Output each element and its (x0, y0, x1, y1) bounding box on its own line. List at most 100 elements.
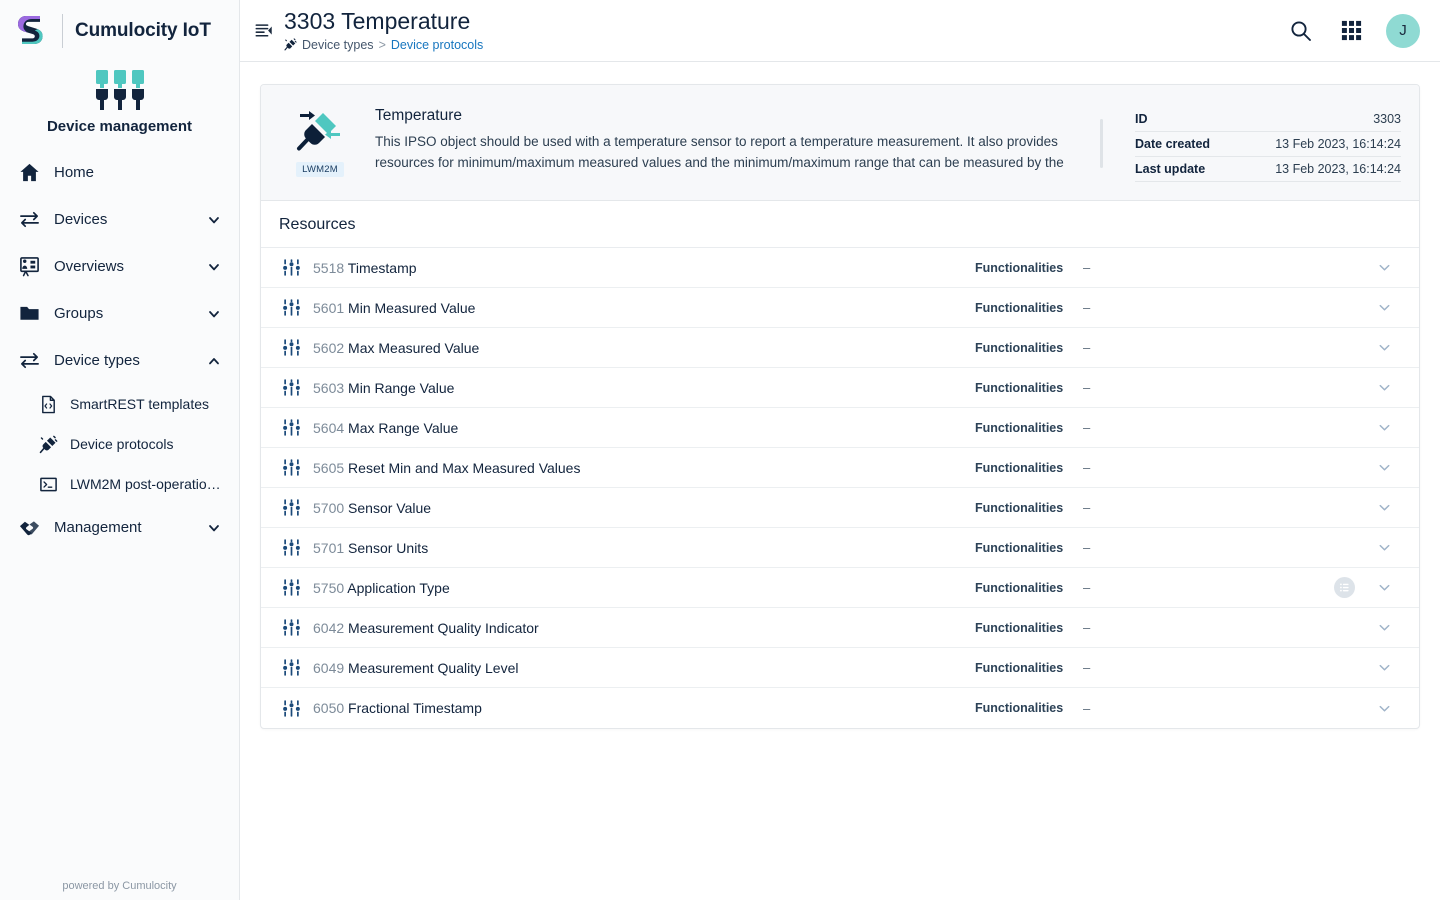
resource-row[interactable]: 5601 Min Measured Value Functionalities – (261, 288, 1419, 328)
resource-id: 5604 (313, 419, 345, 436)
sidebar-item-groups[interactable]: Groups (0, 290, 239, 337)
brand-divider (62, 14, 63, 48)
chevron-down-icon[interactable] (1363, 580, 1405, 595)
chevron-down-icon[interactable] (1363, 620, 1405, 635)
app-switcher[interactable]: Device management (0, 62, 239, 149)
resource-functionalities-value: – (1083, 700, 1091, 716)
sliders-icon (279, 536, 303, 560)
search-icon[interactable] (1286, 16, 1316, 46)
brand-header[interactable]: Cumulocity IoT (0, 0, 239, 62)
resource-label: Sensor Value (348, 499, 432, 516)
collapse-sidebar-icon[interactable] (248, 15, 280, 47)
resource-functionalities-value: – (1083, 580, 1091, 595)
sidebar-label-management: Management (54, 519, 142, 536)
sidebar-label-overviews: Overviews (54, 258, 125, 275)
resource-row[interactable]: 5518 Timestamp Functionalities – (261, 248, 1419, 288)
chevron-down-icon[interactable] (1363, 500, 1405, 515)
meta-key: Last update (1135, 162, 1206, 176)
chevron-down-icon[interactable] (1363, 300, 1405, 315)
list-circle-icon[interactable] (1334, 577, 1355, 598)
sidebar-item-device-types[interactable]: Device types (0, 337, 239, 384)
chevron-down-icon[interactable] (1363, 540, 1405, 555)
chevron-down-icon[interactable] (1363, 380, 1405, 395)
resource-functionalities-label: Functionalities (975, 460, 1064, 475)
sidebar-nav: Home Devices Overviews Groups Device typ… (0, 149, 239, 551)
resource-name: 5700 Sensor Value (313, 500, 431, 516)
chevron-down-icon[interactable] (1363, 701, 1405, 716)
chevron-up-icon[interactable] (207, 354, 221, 368)
sliders-icon (279, 496, 303, 520)
resource-label: Min Range Value (348, 379, 455, 396)
sliders-icon (279, 456, 303, 480)
resource-label: Application Type (347, 579, 450, 596)
resource-id: 6042 (313, 619, 345, 636)
sidebar-item-management[interactable]: Management (0, 504, 239, 551)
resource-label: Min Measured Value (348, 299, 476, 316)
avatar[interactable]: J (1386, 13, 1420, 48)
title-block: 3303 Temperature Device types > Device p… (280, 9, 1286, 52)
chevron-down-icon[interactable] (1363, 460, 1405, 475)
resource-row[interactable]: 5605 Reset Min and Max Measured Values Fu… (261, 448, 1419, 488)
sliders-icon (279, 336, 303, 360)
resource-functionalities-label: Functionalities (975, 540, 1064, 555)
app-grid-icon[interactable] (1336, 16, 1366, 46)
resource-name: 5602 Max Measured Value (313, 340, 479, 356)
main-area: 3303 Temperature Device types > Device p… (240, 0, 1440, 900)
resource-row[interactable]: 5750 Application Type Functionalities – (261, 568, 1419, 608)
resource-row[interactable]: 6050 Fractional Timestamp Functionalities… (261, 688, 1419, 728)
resource-id: 5602 (313, 339, 345, 356)
sidebar-item-device-protocols[interactable]: Device protocols (0, 424, 239, 464)
resource-id: 5700 (313, 499, 345, 516)
resource-row[interactable]: 5701 Sensor Units Functionalities – (261, 528, 1419, 568)
breadcrumb: Device types > Device protocols (284, 38, 1286, 52)
breadcrumb-separator: > (378, 37, 386, 52)
resource-functionalities-label: Functionalities (975, 580, 1064, 595)
topbar-actions: J (1286, 13, 1420, 48)
cumulocity-s-logo-icon (16, 13, 50, 49)
chevron-down-icon[interactable] (207, 307, 221, 321)
resource-row[interactable]: 5602 Max Measured Value Functionalities – (261, 328, 1419, 368)
resource-name: 6042 Measurement Quality Indicator (313, 620, 539, 636)
resource-name: 5518 Timestamp (313, 260, 417, 276)
chevron-down-icon[interactable] (1363, 340, 1405, 355)
meta-row-id: ID 3303 (1135, 107, 1401, 132)
sliders-icon (279, 616, 303, 640)
plug-icon (284, 38, 297, 51)
chevron-down-icon[interactable] (1363, 420, 1405, 435)
resource-row[interactable]: 6049 Measurement Quality Level Functional… (261, 648, 1419, 688)
resource-name: 6049 Measurement Quality Level (313, 660, 518, 676)
sidebar-item-smartrest-templates[interactable]: SmartREST templates (0, 384, 239, 424)
folder-icon (18, 303, 40, 325)
resource-id: 5605 (313, 459, 345, 476)
resource-row[interactable]: 5700 Sensor Value Functionalities – (261, 488, 1419, 528)
resource-functionalities-value: – (1083, 660, 1091, 675)
sidebar-item-devices[interactable]: Devices (0, 196, 239, 243)
resource-extra-actions (1293, 577, 1363, 598)
meta-value: 13 Feb 2023, 16:14:24 (1275, 162, 1401, 176)
content-area: LWM2M Temperature This IPSO object shoul… (240, 62, 1440, 900)
sidebar-label-device-types: Device types (54, 352, 140, 369)
resource-row[interactable]: 5604 Max Range Value Functionalities – (261, 408, 1419, 448)
resource-id: 5603 (313, 379, 345, 396)
breadcrumb-current[interactable]: Device protocols (391, 38, 483, 52)
sidebar-item-overviews[interactable]: Overviews (0, 243, 239, 290)
sidebar-label-groups: Groups (54, 305, 104, 322)
terminal-icon (38, 474, 58, 494)
sidebar-item-home[interactable]: Home (0, 149, 239, 196)
resource-row[interactable]: 5603 Min Range Value Functionalities – (261, 368, 1419, 408)
chevron-down-icon[interactable] (1363, 660, 1405, 675)
chevron-down-icon[interactable] (207, 260, 221, 274)
chevron-down-icon[interactable] (207, 521, 221, 535)
object-info-panel: LWM2M Temperature This IPSO object shoul… (261, 85, 1419, 201)
transfer-icon (18, 350, 40, 372)
handshake-icon (18, 517, 40, 539)
chevron-down-icon[interactable] (1363, 260, 1405, 275)
chevron-down-icon[interactable] (207, 213, 221, 227)
sliders-icon (279, 696, 303, 720)
sidebar-item-lwm2m-post-operations[interactable]: LWM2M post-operatio… (0, 464, 239, 504)
meta-key: Date created (1135, 137, 1211, 151)
breadcrumb-root[interactable]: Device types (302, 38, 374, 52)
resource-row[interactable]: 6042 Measurement Quality Indicator Functi… (261, 608, 1419, 648)
meta-value: 13 Feb 2023, 16:14:24 (1275, 137, 1401, 151)
resource-functionalities-label: Functionalities (975, 701, 1064, 715)
